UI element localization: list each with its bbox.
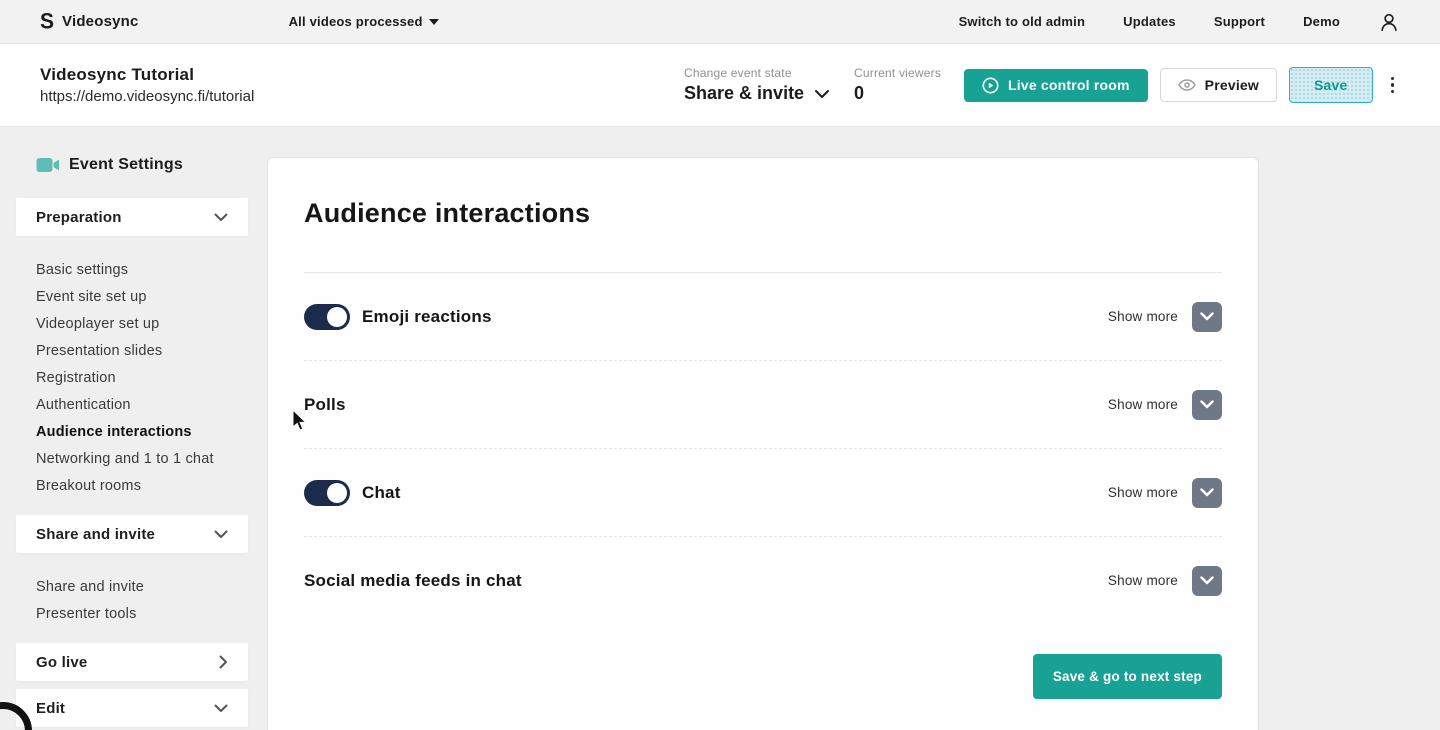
sidebar-item-videoplayer-set-up[interactable]: Videoplayer set up	[36, 316, 248, 333]
video-camera-icon	[36, 158, 59, 172]
sidebar-item-share-and-invite[interactable]: Share and invite	[36, 579, 248, 596]
sidebar-item-basic-settings[interactable]: Basic settings	[36, 262, 248, 279]
show-more-link[interactable]: Show more	[1108, 397, 1178, 412]
accordion-preparation[interactable]: Preparation	[16, 198, 248, 236]
setting-label: Social media feeds in chat	[304, 570, 522, 590]
sidebar-item-networking-1to1-chat[interactable]: Networking and 1 to 1 chat	[36, 451, 248, 468]
chevron-down-icon	[214, 704, 228, 712]
logo-s-icon: S	[40, 9, 55, 34]
setting-row-polls: Polls Show more	[304, 361, 1222, 448]
card-footer: Save & go to next step	[304, 654, 1222, 699]
chevron-down-icon	[1200, 400, 1214, 409]
chevron-down-icon	[1200, 488, 1214, 497]
header-actions: Live control room Preview Save	[964, 67, 1400, 103]
more-options-menu[interactable]	[1385, 73, 1401, 98]
accordion-label: Preparation	[36, 208, 122, 226]
accordion-share-and-invite[interactable]: Share and invite	[16, 515, 248, 553]
preview-button-label: Preview	[1204, 77, 1259, 93]
show-more-link[interactable]: Show more	[1108, 485, 1178, 500]
settings-sidebar: Event Settings Preparation Basic setting…	[16, 156, 248, 730]
accordion-label: Share and invite	[36, 525, 156, 543]
topbar-links: Switch to old admin Updates Support Demo	[959, 11, 1400, 33]
videosync-logo[interactable]: S Videosync	[40, 9, 139, 34]
live-button-label: Live control room	[1008, 77, 1130, 93]
accordion-go-live[interactable]: Go live	[16, 643, 248, 681]
sidebar-title-label: Event Settings	[69, 156, 183, 173]
page-title: Audience interactions	[304, 198, 591, 228]
chevron-right-icon	[219, 655, 227, 669]
show-more-link[interactable]: Show more	[1108, 309, 1178, 324]
event-state-dropdown[interactable]: Share & invite	[684, 83, 854, 104]
sidebar-item-audience-interactions[interactable]: Audience interactions	[36, 424, 248, 441]
brand-name: Videosync	[62, 13, 139, 30]
chat-toggle[interactable]	[304, 479, 350, 506]
event-state-value: Share & invite	[684, 83, 805, 103]
expand-row-button[interactable]	[1192, 301, 1222, 332]
setting-label: Emoji reactions	[362, 306, 492, 326]
event-state-block: Change event state Share & invite	[684, 66, 854, 104]
videos-status-label: All videos processed	[288, 14, 423, 29]
updates-link[interactable]: Updates	[1123, 14, 1176, 29]
sidebar-item-authentication[interactable]: Authentication	[36, 397, 248, 414]
current-viewers-block: Current viewers 0	[854, 66, 964, 104]
chevron-down-icon	[214, 530, 228, 538]
sidebar-item-breakout-rooms[interactable]: Breakout rooms	[36, 478, 248, 495]
support-link[interactable]: Support	[1214, 14, 1265, 29]
chevron-down-icon	[1200, 312, 1214, 321]
show-more-link[interactable]: Show more	[1108, 573, 1178, 588]
sidebar-item-presentation-slides[interactable]: Presentation slides	[36, 343, 248, 360]
setting-row-chat: Chat Show more	[304, 449, 1222, 536]
expand-row-button[interactable]	[1192, 477, 1222, 508]
accordion-label: Go live	[36, 653, 88, 671]
chevron-down-icon	[214, 213, 228, 221]
accordion-label: Edit	[36, 699, 66, 717]
page-body: Event Settings Preparation Basic setting…	[0, 128, 1440, 730]
event-url[interactable]: https://demo.videosync.fi/tutorial	[40, 88, 254, 105]
accordion-edit[interactable]: Edit	[16, 689, 248, 727]
expand-row-button[interactable]	[1192, 389, 1222, 420]
demo-link[interactable]: Demo	[1303, 14, 1340, 29]
caret-down-icon	[428, 18, 439, 25]
audience-interactions-card: Audience interactions Emoji reactions Sh…	[267, 157, 1259, 730]
viewers-label: Current viewers	[854, 66, 942, 80]
sidebar-item-event-site-set-up[interactable]: Event site set up	[36, 289, 248, 306]
expand-row-button[interactable]	[1192, 565, 1222, 596]
save-and-next-step-button[interactable]: Save & go to next step	[1032, 654, 1222, 699]
sidebar-title: Event Settings	[16, 156, 248, 174]
preview-button[interactable]: Preview	[1159, 68, 1277, 102]
play-circle-icon	[982, 77, 999, 93]
share-invite-items: Share and invite Presenter tools	[16, 561, 248, 643]
chevron-down-icon	[815, 89, 830, 98]
chevron-down-icon	[1200, 576, 1214, 585]
viewers-count: 0	[854, 83, 865, 103]
setting-row-social-media-feeds: Social media feeds in chat Show more	[304, 537, 1222, 624]
switch-old-admin-link[interactable]: Switch to old admin	[959, 14, 1086, 29]
eye-icon	[1177, 79, 1196, 91]
save-button-label: Save	[1314, 77, 1348, 93]
live-control-room-button[interactable]: Live control room	[964, 68, 1148, 102]
event-title: Videosync Tutorial	[40, 65, 195, 84]
videos-status-dropdown[interactable]: All videos processed	[289, 14, 439, 29]
top-bar: S Videosync All videos processed Switch …	[0, 0, 1440, 44]
preparation-items: Basic settings Event site set up Videopl…	[16, 244, 248, 515]
sidebar-item-presenter-tools[interactable]: Presenter tools	[36, 606, 248, 623]
emoji-reactions-toggle[interactable]	[304, 303, 350, 330]
event-state-label: Change event state	[684, 66, 792, 80]
event-title-block: Videosync Tutorial https://demo.videosyn…	[40, 65, 254, 105]
sidebar-item-registration[interactable]: Registration	[36, 370, 248, 387]
user-account-icon[interactable]	[1378, 11, 1400, 33]
setting-row-emoji-reactions: Emoji reactions Show more	[304, 273, 1222, 360]
save-button[interactable]: Save	[1289, 67, 1373, 103]
setting-label: Polls	[304, 394, 346, 414]
setting-label: Chat	[362, 482, 401, 502]
event-header: Videosync Tutorial https://demo.videosyn…	[0, 44, 1440, 127]
